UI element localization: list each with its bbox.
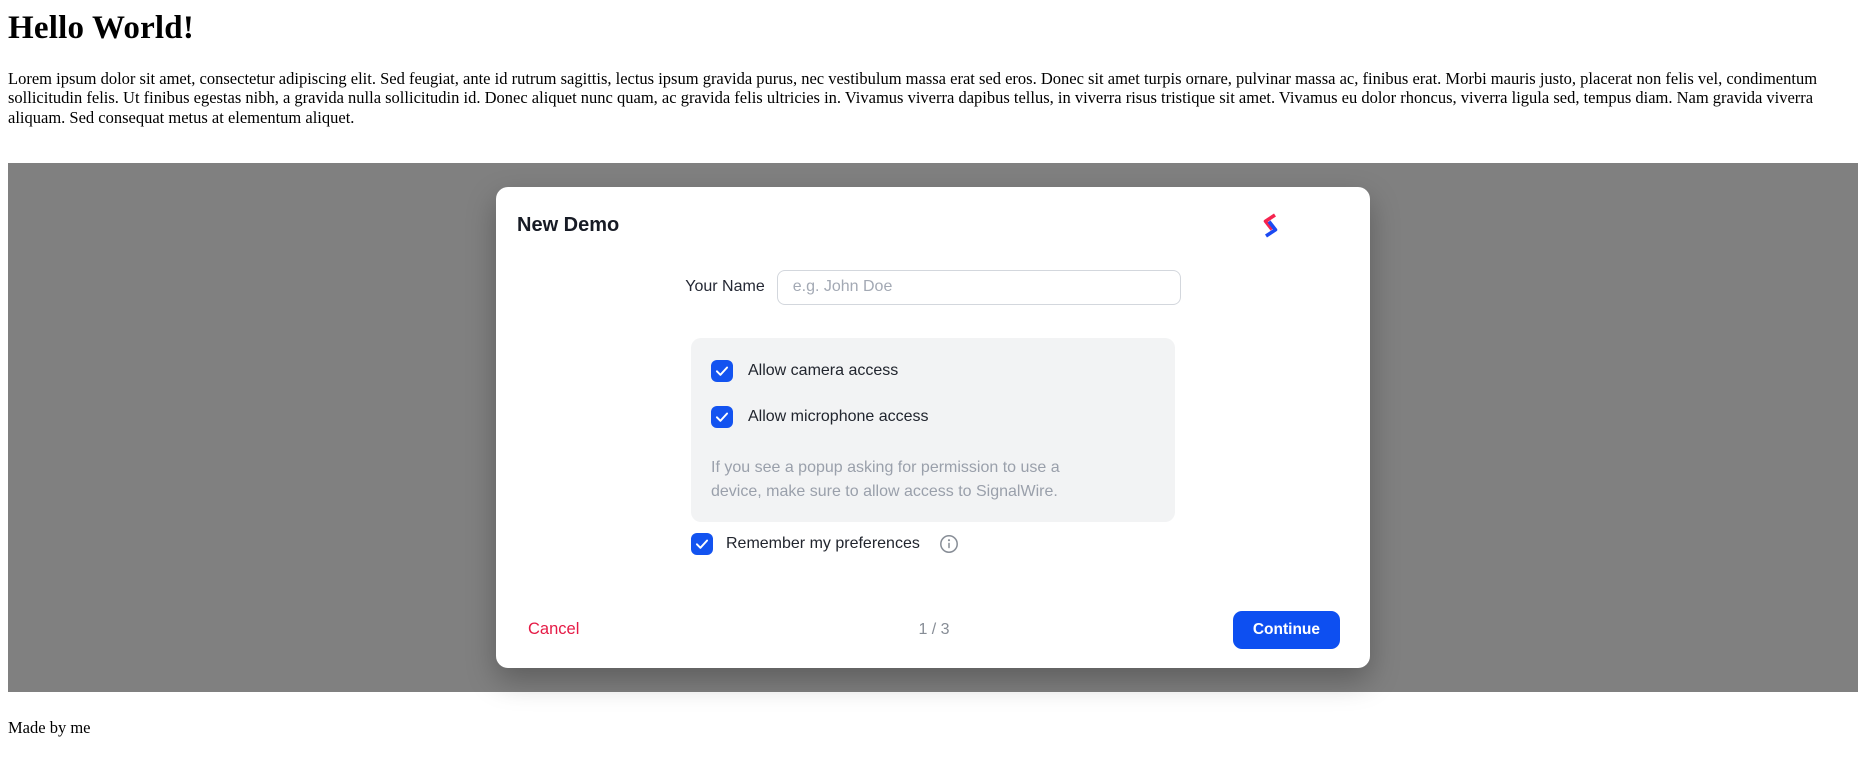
continue-button[interactable]: Continue (1233, 611, 1340, 649)
permissions-panel: Allow camera access Allow microphone acc… (691, 338, 1175, 522)
info-icon[interactable] (939, 534, 959, 554)
check-icon (695, 537, 709, 551)
new-demo-dialog: New Demo Your Name Allow camera access (496, 187, 1370, 668)
dialog-title: New Demo (517, 214, 1370, 237)
microphone-checkbox-label: Allow microphone access (748, 408, 929, 426)
remember-preferences-row: Remember my preferences (691, 533, 1175, 555)
dialog-footer: Cancel 1 / 3 Continue (496, 611, 1370, 649)
step-indicator: 1 / 3 (918, 621, 949, 639)
check-icon (715, 410, 729, 424)
camera-checkbox-label: Allow camera access (748, 362, 898, 380)
remember-checkbox-label: Remember my preferences (726, 535, 920, 553)
page-title: Hello World! (8, 10, 1858, 47)
signalwire-logo-icon (1259, 212, 1282, 239)
footer-note: Made by me (8, 718, 1858, 738)
microphone-checkbox[interactable] (711, 406, 733, 428)
camera-checkbox[interactable] (711, 360, 733, 382)
check-icon (715, 364, 729, 378)
intro-paragraph: Lorem ipsum dolor sit amet, consectetur … (8, 69, 1858, 127)
cancel-button[interactable]: Cancel (528, 620, 579, 639)
camera-permission-row: Allow camera access (711, 360, 1155, 382)
name-field-row: Your Name (685, 270, 1180, 305)
modal-overlay: New Demo Your Name Allow camera access (8, 163, 1858, 692)
name-input[interactable] (777, 270, 1181, 305)
remember-checkbox[interactable] (691, 533, 713, 555)
permissions-help-text: If you see a popup asking for permission… (711, 456, 1063, 504)
name-label: Your Name (685, 278, 764, 296)
microphone-permission-row: Allow microphone access (711, 406, 1155, 428)
